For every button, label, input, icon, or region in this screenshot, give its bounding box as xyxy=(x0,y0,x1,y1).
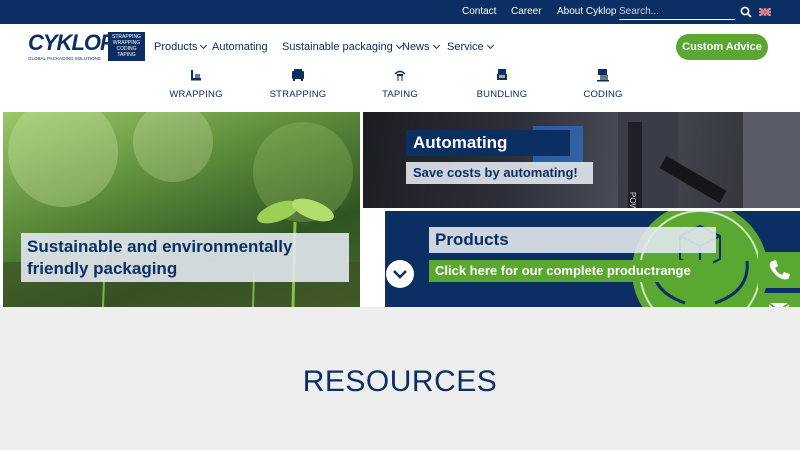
nav-sustainable-packaging[interactable]: Sustainable packaging xyxy=(282,41,403,53)
machine-image: POWER xyxy=(533,112,800,208)
automating-subtitle: Save costs by automating! xyxy=(406,162,593,184)
category-label: BUNDLING xyxy=(476,89,528,100)
main-header: CYKLOP GLOBAL PACKAGING SOLUTIONS STRAPP… xyxy=(0,24,800,112)
category-wrapping[interactable]: WRAPPING xyxy=(161,68,231,100)
automating-title: Automating xyxy=(406,130,570,156)
about-link[interactable]: About Cyklop xyxy=(557,6,616,17)
nav-label: Products xyxy=(154,41,198,53)
products-subtitle: Click here for our complete productrange xyxy=(429,260,713,282)
wrapping-icon xyxy=(191,70,201,81)
machine-text: POWER xyxy=(628,192,637,208)
nav-automating[interactable]: Automating xyxy=(212,41,268,53)
career-link[interactable]: Career xyxy=(511,6,542,17)
scroll-down-button[interactable] xyxy=(386,260,414,288)
custom-advice-button[interactable]: Custom Advice xyxy=(676,34,768,60)
contact-link[interactable]: Contact xyxy=(462,6,496,17)
logo-services-box: STRAPPING WRAPPING CODING TAPING xyxy=(108,32,145,61)
category-label: WRAPPING xyxy=(169,89,223,100)
nav-service[interactable]: Service xyxy=(447,41,494,53)
search-icon[interactable] xyxy=(740,6,752,18)
chevron-down-icon xyxy=(432,41,440,50)
bundling-icon xyxy=(497,69,507,80)
cyklop-logo[interactable]: CYKLOP GLOBAL PACKAGING SOLUTIONS STRAPP… xyxy=(28,32,146,64)
top-bar: Contact Career About Cyklop xyxy=(0,0,800,24)
chevron-down-icon xyxy=(393,270,407,279)
nav-label: Service xyxy=(447,41,484,53)
chevron-down-icon xyxy=(200,41,208,50)
category-bundling[interactable]: BUNDLING xyxy=(467,68,537,100)
category-label: TAPING xyxy=(382,89,418,100)
search-input[interactable] xyxy=(619,4,735,20)
chevron-down-icon xyxy=(486,41,494,50)
category-taping[interactable]: TAPING xyxy=(365,68,435,100)
category-strapping[interactable]: STRAPPING xyxy=(263,68,333,100)
sustainable-packaging-tile[interactable]: Sustainable and environmentally friendly… xyxy=(3,112,360,307)
category-label: CODING xyxy=(583,89,623,100)
recycling-hands-icon xyxy=(632,211,768,307)
nav-label: Sustainable packaging xyxy=(282,41,393,53)
category-label: STRAPPING xyxy=(269,89,327,100)
resources-title: RESOURCES xyxy=(302,365,498,398)
phone-button[interactable] xyxy=(758,252,800,288)
products-title: Products xyxy=(429,227,716,253)
strapping-icon xyxy=(292,69,304,81)
phone-icon xyxy=(769,260,790,280)
logo-wordmark: CYKLOP xyxy=(28,30,115,55)
taping-icon xyxy=(394,70,406,81)
logo-box-line: TAPING xyxy=(117,52,136,58)
nav-label: News xyxy=(402,41,430,53)
nav-news[interactable]: News xyxy=(402,41,440,53)
category-coding[interactable]: CODING xyxy=(568,68,638,100)
automating-tile[interactable]: POWER Automating Save costs by automatin… xyxy=(363,112,800,208)
coding-icon xyxy=(597,69,609,82)
nav-label: Automating xyxy=(212,41,268,53)
sustainable-label: Sustainable and environmentally friendly… xyxy=(21,233,349,282)
uk-flag-icon[interactable] xyxy=(759,8,771,16)
logo-tagline: GLOBAL PACKAGING SOLUTIONS xyxy=(28,56,101,61)
nav-products[interactable]: Products xyxy=(154,41,208,53)
products-tile[interactable]: Products Click here for our complete pro… xyxy=(385,211,800,307)
